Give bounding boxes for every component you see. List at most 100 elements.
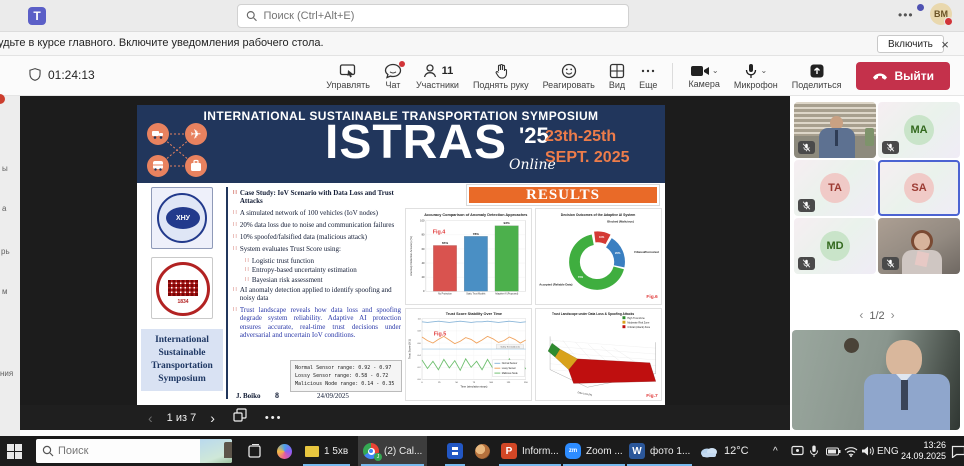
prev-slide-button[interactable]: ‹ (148, 410, 153, 426)
search-highlight-image[interactable] (200, 439, 232, 463)
teams-left-rail: ы а рь м ния (0, 96, 20, 436)
svg-text:0.2: 0.2 (418, 367, 422, 369)
popout-icon[interactable] (233, 408, 247, 427)
share-button[interactable]: Поделиться (792, 63, 842, 90)
windows-logo-icon (7, 444, 22, 459)
svg-text:Static Trust Models: Static Trust Models (466, 292, 486, 295)
start-button[interactable] (2, 436, 27, 466)
desktop-notification-banner: удьте в курсе главного. Включите уведомл… (0, 32, 964, 56)
slide-nav-more-button[interactable]: ••• (265, 412, 283, 424)
taskbar-app-save[interactable] (442, 436, 468, 466)
participants-panel: MA TA SA MD ‹1/2› (790, 96, 964, 436)
self-figure (886, 340, 922, 378)
share-icon (809, 63, 825, 79)
participant-video-tile[interactable] (878, 218, 960, 274)
view-grid-icon (609, 63, 625, 79)
participants-icon (422, 63, 438, 79)
search-icon (246, 10, 257, 22)
mic-chevron-icon[interactable]: ⌄ (760, 66, 767, 75)
svg-text:Trust Score Stability Over Tim: Trust Score Stability Over Time (446, 312, 502, 316)
svg-text:Normal Sensor: Normal Sensor (502, 362, 518, 365)
svg-text:70%: 70% (578, 275, 584, 279)
presence-status-dot (944, 17, 953, 26)
rail-notification-dot (0, 94, 5, 104)
taskbar-search-box[interactable] (36, 439, 232, 463)
mic-muted-icon (798, 257, 815, 270)
task-view-button[interactable] (242, 436, 267, 466)
taskbar-app-powerpoint[interactable]: P Inform... (496, 436, 564, 466)
folder-icon (305, 446, 319, 457)
tray-expand-button[interactable]: ^ (768, 436, 783, 466)
tiles-pagination: ‹1/2› (790, 308, 964, 322)
teams-search-input[interactable] (263, 10, 620, 22)
copilot-button[interactable] (272, 436, 297, 466)
powerpoint-icon: P (501, 443, 517, 459)
meeting-timer: 01:24:13 (28, 67, 95, 82)
react-button[interactable]: Реагировать (543, 63, 595, 90)
more-button[interactable]: Еще (639, 63, 657, 90)
line-chart-trust-stability: 0.00.20.40.60.81.00255075100125150Safety… (405, 308, 532, 401)
mic-button[interactable]: ⌄ Микрофон (734, 63, 778, 90)
participant-tile-sa-speaking[interactable]: SA (878, 160, 960, 216)
svg-text:0.4: 0.4 (418, 355, 422, 357)
timer-text: 01:24:13 (48, 68, 95, 82)
toolbar-divider (672, 63, 673, 89)
taskbar-search-input[interactable] (54, 445, 200, 457)
participant-initials: SA (904, 173, 934, 203)
participant-tile-md[interactable]: MD (794, 218, 876, 274)
participants-button[interactable]: 11 Участники (416, 63, 459, 90)
manage-button[interactable]: Управлять (326, 63, 370, 90)
svg-text:0.6: 0.6 (418, 343, 422, 345)
slide-author: J. Boiko (236, 392, 261, 400)
chat-button[interactable]: Чат (384, 63, 402, 90)
pagination-prev-icon[interactable]: ‹ (859, 308, 863, 322)
teams-title-bar: T ••• BM (0, 0, 964, 32)
sensor-range-box: Normal Sensor range: 0.92 - 0.97 Lossy S… (290, 360, 402, 392)
self-video-tile[interactable] (792, 330, 960, 430)
presentation-slide: INTERNATIONAL SUSTAINABLE TRANSPORTATION… (137, 105, 665, 405)
slide-navigation-bar: ‹ 1 из 7 › ••• (20, 405, 790, 430)
next-slide-button[interactable]: › (210, 410, 215, 426)
taskbar-app-word[interactable]: W фото 1... (624, 436, 695, 466)
pagination-next-icon[interactable]: › (891, 308, 895, 322)
participant-tile-ta[interactable]: TA (794, 160, 876, 216)
cloud-icon (699, 445, 719, 458)
titlebar-more-button[interactable]: ••• (898, 8, 914, 22)
raise-hand-icon (493, 63, 509, 79)
svg-text:Fig.6: Fig.6 (646, 294, 658, 300)
taskbar-app-paint[interactable] (470, 436, 495, 466)
svg-text:78%: 78% (473, 232, 479, 236)
chrome-profile-badge: J (374, 453, 382, 461)
raise-hand-button[interactable]: Поднять руку (473, 63, 529, 90)
leave-button[interactable]: Выйти (856, 62, 950, 90)
close-icon[interactable]: × (936, 35, 954, 53)
svg-text:65%: 65% (442, 241, 448, 245)
camera-button[interactable]: ⌄ Камера (688, 64, 719, 89)
svg-text:Data Loss (%): Data Loss (%) (577, 391, 592, 397)
participant-initials: MD (820, 231, 850, 261)
teams-search-box[interactable] (237, 4, 629, 28)
enable-notifications-button[interactable]: Включить (877, 35, 944, 53)
taskbar-app-notes[interactable]: 1 5хв (300, 436, 353, 466)
clock[interactable]: 13:26 24.09.2025 (896, 436, 951, 466)
clock-date: 24.09.2025 (901, 451, 946, 462)
view-button[interactable]: Вид (609, 63, 625, 90)
weather-widget[interactable]: 12°C (694, 436, 754, 466)
svg-text:✈: ✈ (191, 128, 202, 143)
taskbar-app-chrome[interactable]: J (2) Cal... (358, 436, 427, 466)
svg-text:0: 0 (421, 382, 423, 384)
svg-text:100: 100 (420, 220, 425, 223)
column-divider (226, 187, 228, 399)
svg-text:Blocked (Malicious): Blocked (Malicious) (607, 220, 634, 224)
mic-muted-icon (798, 199, 815, 212)
participant-tile-ma[interactable]: MA (878, 102, 960, 158)
floppy-icon (447, 443, 463, 459)
svg-text:100: 100 (489, 382, 493, 384)
camera-chevron-icon[interactable]: ⌄ (712, 66, 719, 75)
taskbar-app-zoom[interactable]: zm Zoom ... (560, 436, 628, 466)
participant-video-tile[interactable] (794, 102, 876, 158)
action-center-button[interactable] (946, 436, 964, 466)
participant-initials: TA (820, 173, 850, 203)
teams-logo-icon[interactable]: T (28, 7, 46, 25)
mic-muted-icon (882, 257, 899, 270)
